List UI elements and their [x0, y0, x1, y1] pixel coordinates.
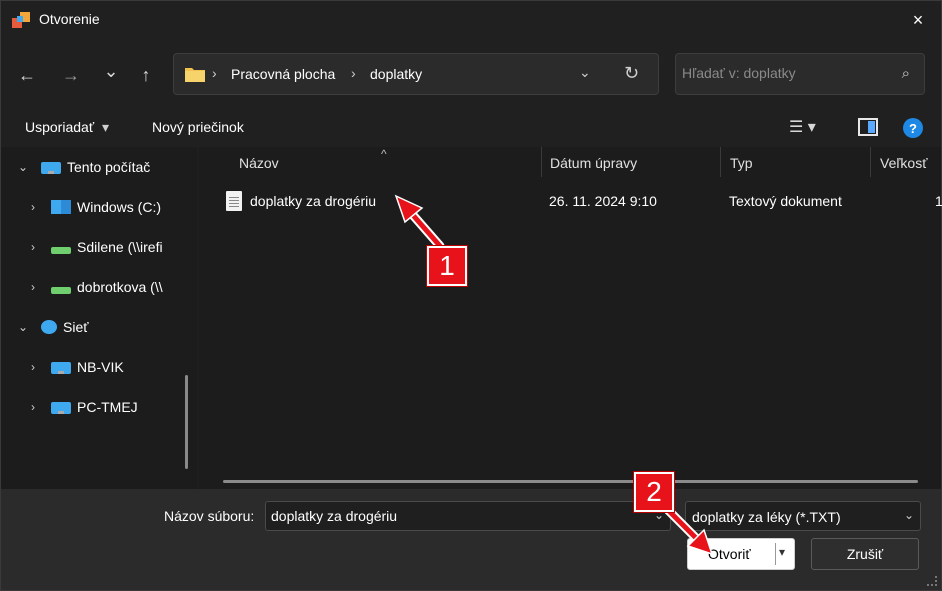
navigation-bar: ← → ⌄ ↑ › Pracovná plocha › doplatky ⌄ ↻… — [1, 39, 941, 109]
organize-label: Usporiadať — [25, 119, 95, 135]
app-icon — [12, 12, 30, 28]
annotation-badge-2: 2 — [634, 472, 674, 512]
tree-item-sdilene[interactable]: › Sdilene (\\irefi — [25, 235, 163, 259]
close-button[interactable]: × — [895, 1, 941, 39]
text-file-icon — [226, 191, 242, 211]
annotation-badge-1: 1 — [427, 246, 467, 286]
computer-icon — [51, 361, 71, 374]
search-icon[interactable]: ⌕ — [902, 65, 910, 82]
file-type: Textový dokument — [729, 193, 842, 209]
folder-icon — [185, 68, 205, 82]
up-button[interactable]: ↑ — [130, 59, 162, 91]
close-icon: × — [912, 9, 924, 30]
breadcrumb-doplatky[interactable]: doplatky — [370, 66, 422, 82]
file-list: ^ Názov Dátum úpravy Typ Veľkosť doplatk… — [199, 147, 942, 489]
organize-button[interactable]: Usporiadať ▾ — [25, 119, 109, 136]
breadcrumb-separator: › — [351, 65, 356, 81]
open-file-dialog: Otvorenie × ← → ⌄ ↑ › Pracovná plocha › … — [0, 0, 942, 591]
chevron-right-icon[interactable]: › — [25, 200, 41, 214]
column-header-type[interactable]: Typ — [730, 155, 753, 171]
back-arrow-icon: ← — [18, 64, 36, 85]
dialog-footer: Názov súboru: ⌄ doplatky za léky (*.TXT)… — [1, 489, 941, 590]
network-drive-icon — [51, 247, 71, 254]
chevron-right-icon[interactable]: › — [25, 280, 41, 294]
filetype-value: doplatky za léky (*.TXT) — [692, 509, 841, 525]
recent-locations-button[interactable]: ⌄ — [95, 55, 127, 87]
tree-item-nb-vik[interactable]: › NB-VIK — [25, 355, 124, 379]
network-icon — [41, 320, 57, 334]
cancel-button[interactable]: Zrušiť — [811, 538, 919, 570]
search-input[interactable] — [682, 65, 882, 81]
monitor-icon — [41, 161, 61, 174]
forward-button[interactable]: → — [55, 59, 87, 91]
windows-drive-icon — [51, 200, 71, 214]
caret-down-icon: ▾ — [101, 119, 109, 135]
address-bar[interactable]: › Pracovná plocha › doplatky ⌄ ↻ — [173, 53, 659, 95]
tree-item-label: NB-VIK — [77, 359, 124, 375]
search-box[interactable]: ⌕ — [675, 53, 925, 95]
refresh-icon[interactable]: ↻ — [624, 63, 639, 84]
open-button[interactable]: Otvoriť ▾ — [687, 538, 795, 570]
computer-icon — [51, 401, 71, 414]
tree-item-windows-c[interactable]: › Windows (C:) — [25, 195, 161, 219]
sidebar-scrollbar[interactable] — [185, 375, 188, 469]
column-header-size[interactable]: Veľkosť — [880, 155, 927, 171]
chevron-right-icon[interactable]: › — [25, 240, 41, 254]
title-bar: Otvorenie × — [1, 1, 941, 39]
column-header-date[interactable]: Dátum úpravy — [550, 155, 637, 171]
horizontal-scrollbar[interactable] — [223, 480, 918, 483]
breadcrumb-desktop[interactable]: Pracovná plocha — [231, 66, 335, 82]
command-bar: Usporiadať ▾ Nový priečinok ☰ ▾ ? — [1, 109, 941, 147]
tree-item-label: Tento počítač — [67, 159, 151, 175]
file-row[interactable]: doplatky za drogériu 26. 11. 2024 9:10 T… — [199, 189, 942, 215]
file-name: doplatky za drogériu — [250, 193, 377, 209]
tree-item-label: dobrotkova (\\ — [77, 279, 163, 295]
filename-label: Názov súboru: — [164, 508, 255, 524]
open-button-label: Otvoriť — [708, 546, 751, 562]
tree-item-dobrotkova[interactable]: › dobrotkova (\\ — [25, 275, 163, 299]
filename-input[interactable] — [271, 508, 641, 524]
network-drive-icon — [51, 287, 71, 294]
chevron-down-icon[interactable]: ⌄ — [15, 320, 31, 334]
file-size: 1 — [935, 193, 942, 209]
tree-item-network[interactable]: ⌄ Sieť — [15, 315, 89, 339]
column-divider[interactable] — [541, 147, 542, 177]
tree-item-label: Sdilene (\\irefi — [77, 239, 163, 255]
tree-item-label: Sieť — [63, 319, 89, 335]
chevron-down-icon[interactable]: ⌄ — [15, 160, 31, 174]
chevron-right-icon[interactable]: › — [25, 360, 41, 374]
chevron-down-icon: ⌄ — [103, 60, 119, 81]
breadcrumb-separator: › — [212, 65, 217, 81]
split-divider — [775, 543, 776, 565]
navigation-pane: ⌄ Tento počítač › Windows (C:) › Sdilene… — [1, 147, 197, 489]
forward-arrow-icon: → — [62, 64, 80, 85]
sort-ascending-icon: ^ — [381, 147, 387, 161]
chevron-down-icon[interactable]: ⌄ — [904, 508, 914, 522]
preview-pane-icon[interactable] — [858, 118, 878, 136]
window-title: Otvorenie — [39, 11, 100, 27]
up-arrow-icon: ↑ — [141, 64, 151, 85]
filetype-select[interactable]: doplatky za léky (*.TXT) ⌄ — [685, 501, 921, 531]
tree-item-this-pc[interactable]: ⌄ Tento počítač — [15, 155, 150, 179]
column-header-name[interactable]: Názov — [239, 155, 279, 171]
column-divider[interactable] — [870, 147, 871, 177]
tree-item-label: PC-TMEJ — [77, 399, 138, 415]
resize-grip-icon[interactable] — [927, 576, 937, 586]
view-options-icon[interactable]: ☰ ▾ — [789, 117, 816, 137]
back-button[interactable]: ← — [11, 59, 43, 91]
help-icon[interactable]: ? — [903, 118, 923, 138]
new-folder-button[interactable]: Nový priečinok — [152, 119, 244, 135]
file-date: 26. 11. 2024 9:10 — [549, 193, 657, 209]
address-dropdown-icon[interactable]: ⌄ — [579, 64, 591, 81]
caret-down-icon[interactable]: ▾ — [779, 545, 785, 559]
tree-item-label: Windows (C:) — [77, 199, 162, 215]
chevron-right-icon[interactable]: › — [25, 400, 41, 414]
tree-item-pc-tmej[interactable]: › PC-TMEJ — [25, 395, 138, 419]
filename-combobox[interactable]: ⌄ — [265, 501, 671, 531]
column-divider[interactable] — [720, 147, 721, 177]
